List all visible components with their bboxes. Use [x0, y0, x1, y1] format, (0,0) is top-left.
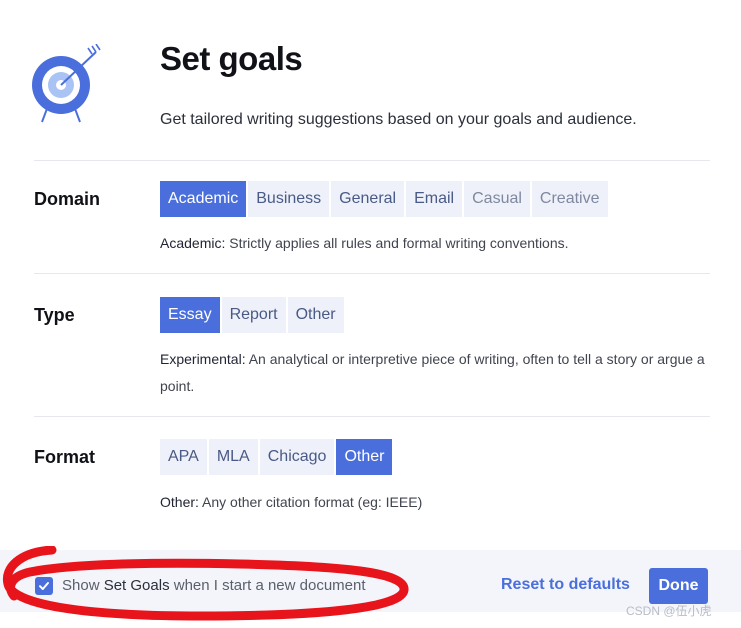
format-selector: APA MLA Chicago Other — [160, 439, 394, 475]
type-label: Type — [34, 305, 75, 325]
domain-label: Domain — [34, 189, 101, 209]
checkbox-label-prefix: Show — [62, 577, 104, 594]
type-description: Experimental: An analytical or interpret… — [160, 346, 716, 400]
divider — [34, 416, 710, 417]
type-option-other[interactable]: Other — [287, 297, 344, 333]
divider — [34, 160, 710, 161]
format-option-mla[interactable]: MLA — [208, 439, 258, 475]
format-description: Other: Any other citation format (eg: IE… — [160, 489, 716, 516]
format-option-chicago[interactable]: Chicago — [259, 439, 335, 475]
domain-option-casual[interactable]: Casual — [464, 181, 530, 217]
page-subtitle: Get tailored writing suggestions based o… — [160, 111, 637, 128]
divider — [34, 273, 710, 274]
domain-option-general[interactable]: General — [331, 181, 405, 217]
checkbox-label-suffix: when I start a new document — [169, 577, 366, 594]
domain-option-business[interactable]: Business — [248, 181, 330, 217]
domain-option-creative[interactable]: Creative — [531, 181, 608, 217]
show-set-goals-label[interactable]: Show Set Goals when I start a new docume… — [62, 577, 366, 594]
show-set-goals-checkbox[interactable] — [35, 577, 53, 595]
domain-option-academic[interactable]: Academic — [160, 181, 247, 217]
target-arrow-icon — [32, 44, 101, 123]
checkbox-label-set-goals: Set Goals — [103, 577, 170, 594]
type-description-key: Experimental: — [160, 351, 246, 367]
domain-description-key: Academic: — [160, 235, 226, 251]
format-description-text: Any other citation format (eg: IEEE) — [198, 494, 423, 510]
type-selector: Essay Report Other — [160, 297, 346, 333]
watermark: CSDN @伍小虎 — [626, 604, 712, 618]
reset-to-defaults-link[interactable]: Reset to defaults — [501, 576, 630, 594]
domain-description: Academic: Strictly applies all rules and… — [160, 230, 716, 257]
done-button[interactable]: Done — [649, 568, 708, 604]
type-option-report[interactable]: Report — [221, 297, 286, 333]
format-option-apa[interactable]: APA — [160, 439, 207, 475]
format-label: Format — [34, 447, 96, 467]
format-option-other[interactable]: Other — [336, 439, 393, 475]
checkmark-icon — [39, 582, 49, 590]
domain-description-text: Strictly applies all rules and formal wr… — [225, 235, 569, 251]
format-description-key: Other: — [160, 494, 199, 510]
type-option-essay[interactable]: Essay — [160, 297, 220, 333]
domain-selector: Academic Business General Email Casual C… — [160, 181, 610, 217]
page-title: Set goals — [160, 40, 303, 77]
domain-option-email[interactable]: Email — [406, 181, 463, 217]
